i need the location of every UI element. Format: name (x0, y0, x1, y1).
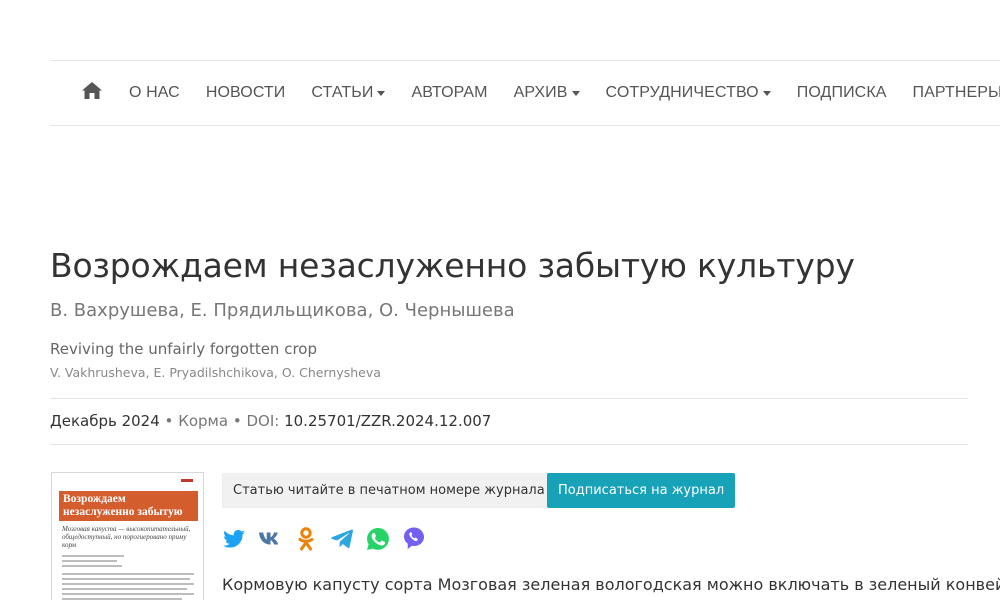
share-vk-button[interactable] (258, 529, 282, 553)
cover-text-line (62, 573, 194, 575)
share-whatsapp-button[interactable] (366, 527, 390, 555)
meta-divider-bottom (50, 444, 968, 445)
telegram-icon (331, 529, 353, 553)
share-viber-button[interactable] (402, 527, 426, 555)
nav-item-news[interactable]: НОВОСТИ (193, 84, 299, 102)
twitter-icon (223, 529, 245, 553)
share-twitter-button[interactable] (222, 529, 246, 553)
cover-text-line (62, 588, 187, 590)
print-issue-notice: Статью читайте в печатном номере журнала (222, 473, 556, 508)
share-bar (222, 526, 438, 556)
cover-logo-mark (181, 479, 193, 482)
doi-label: DOI: (246, 412, 280, 430)
whatsapp-icon (367, 527, 389, 555)
nav-item-partners[interactable]: ПАРТНЕРЫ (900, 84, 1000, 102)
cover-text-line (62, 593, 194, 595)
article-lead: Кормовую капусту сорта Мозговая зеленая … (222, 575, 1000, 594)
nav-item-subscription[interactable]: ПОДПИСКА (784, 84, 900, 102)
article-title-en: Reviving the unfairly forgotten crop (50, 340, 317, 358)
caret-down-icon (377, 91, 386, 96)
nav-home-link[interactable] (82, 82, 102, 104)
nav-item-articles[interactable]: СТАТЬИ (298, 84, 398, 102)
article-title: Возрождаем незаслуженно забытую культуру (50, 246, 855, 285)
article-authors-ru: В. Вахрушева, Е. Прядильщикова, О. Черны… (50, 300, 515, 321)
main-navbar: О НАС НОВОСТИ СТАТЬИ АВТОРАМ АРХИВ СОТРУ… (50, 61, 1000, 126)
cover-text-line (62, 560, 117, 562)
nav-item-authors[interactable]: АВТОРАМ (398, 84, 500, 102)
article-meta: Декабрь 2024 • Корма • DOI: 10.25701/ZZR… (50, 412, 491, 430)
nav-item-cooperation[interactable]: СОТРУДНИЧЕСТВО (593, 84, 784, 102)
nav-item-archive[interactable]: АРХИВ (501, 84, 593, 102)
cover-text-line (62, 578, 190, 580)
vk-icon (258, 531, 282, 551)
odnoklassniki-icon (298, 526, 314, 556)
home-icon (82, 82, 102, 104)
cover-text-line (62, 583, 194, 585)
subscribe-button[interactable]: Подписаться на журнал (547, 473, 736, 508)
meta-separator: • (164, 412, 174, 430)
share-odnoklassniki-button[interactable] (294, 526, 318, 556)
meta-separator: • (232, 412, 242, 430)
nav-item-about[interactable]: О НАС (116, 84, 193, 102)
journal-cover-thumbnail[interactable]: Возрождаем незаслуженно забытую культуру… (51, 472, 204, 600)
cover-subtitle: Мозговая капуста — высокопитательный, об… (62, 525, 191, 549)
cover-text-line (62, 555, 124, 557)
doi-value: 10.25701/ZZR.2024.12.007 (284, 412, 492, 430)
caret-down-icon (762, 91, 771, 96)
caret-down-icon (571, 91, 580, 96)
article-category-link[interactable]: Корма (178, 412, 228, 430)
viber-icon (403, 527, 425, 555)
meta-divider-top (50, 398, 968, 399)
share-telegram-button[interactable] (330, 529, 354, 553)
cover-text-line (62, 565, 122, 567)
article-authors-en: V. Vakhrusheva, E. Pryadilshchikova, O. … (50, 365, 381, 380)
cover-title: Возрождаем незаслуженно забытую культуру (59, 491, 198, 531)
article-date: Декабрь 2024 (50, 412, 160, 430)
